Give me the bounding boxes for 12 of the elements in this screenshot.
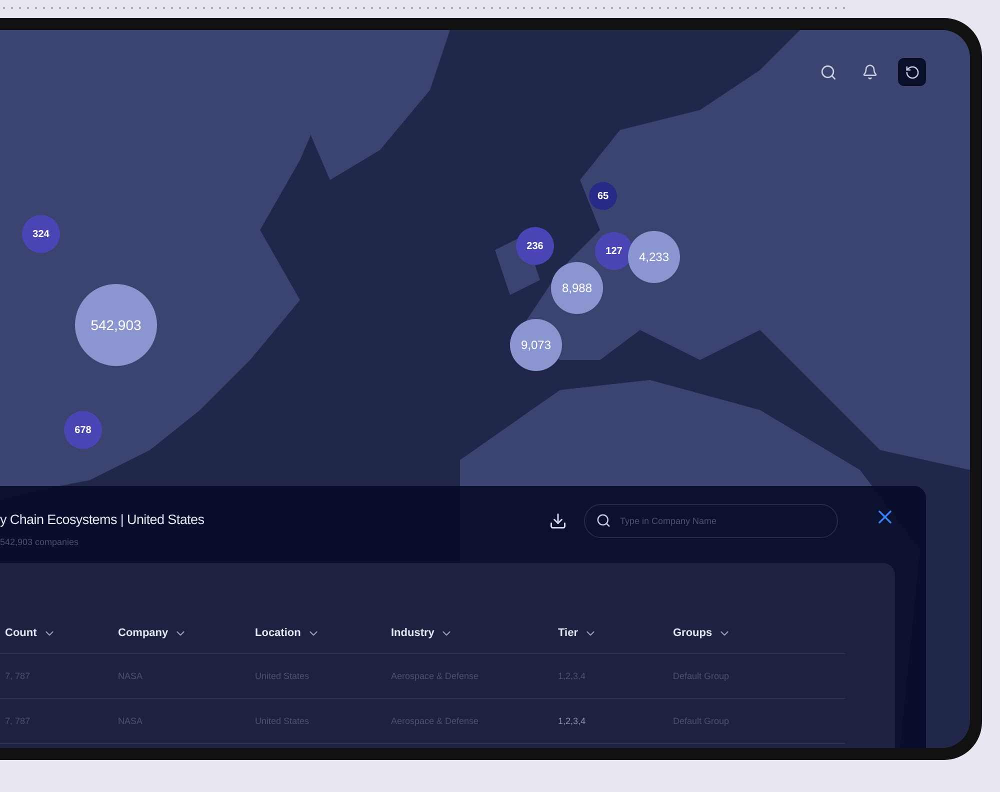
search-icon	[596, 513, 611, 528]
column-header[interactable]: Count	[5, 626, 56, 640]
column-header[interactable]: Company	[118, 626, 188, 640]
column-header[interactable]: Groups	[673, 626, 732, 640]
column-header[interactable]: Industry	[391, 626, 454, 640]
column-header[interactable]: Tier	[558, 626, 597, 640]
panel-title: y Chain Ecosystems | United States	[0, 512, 206, 527]
company-count: 542,903 companies	[0, 537, 80, 547]
column-header[interactable]: Location	[255, 626, 320, 640]
table-cell: 1,2,3,4	[558, 716, 586, 726]
company-search-field[interactable]: Type in Company Name	[584, 504, 838, 538]
refresh-icon[interactable]	[898, 58, 926, 86]
